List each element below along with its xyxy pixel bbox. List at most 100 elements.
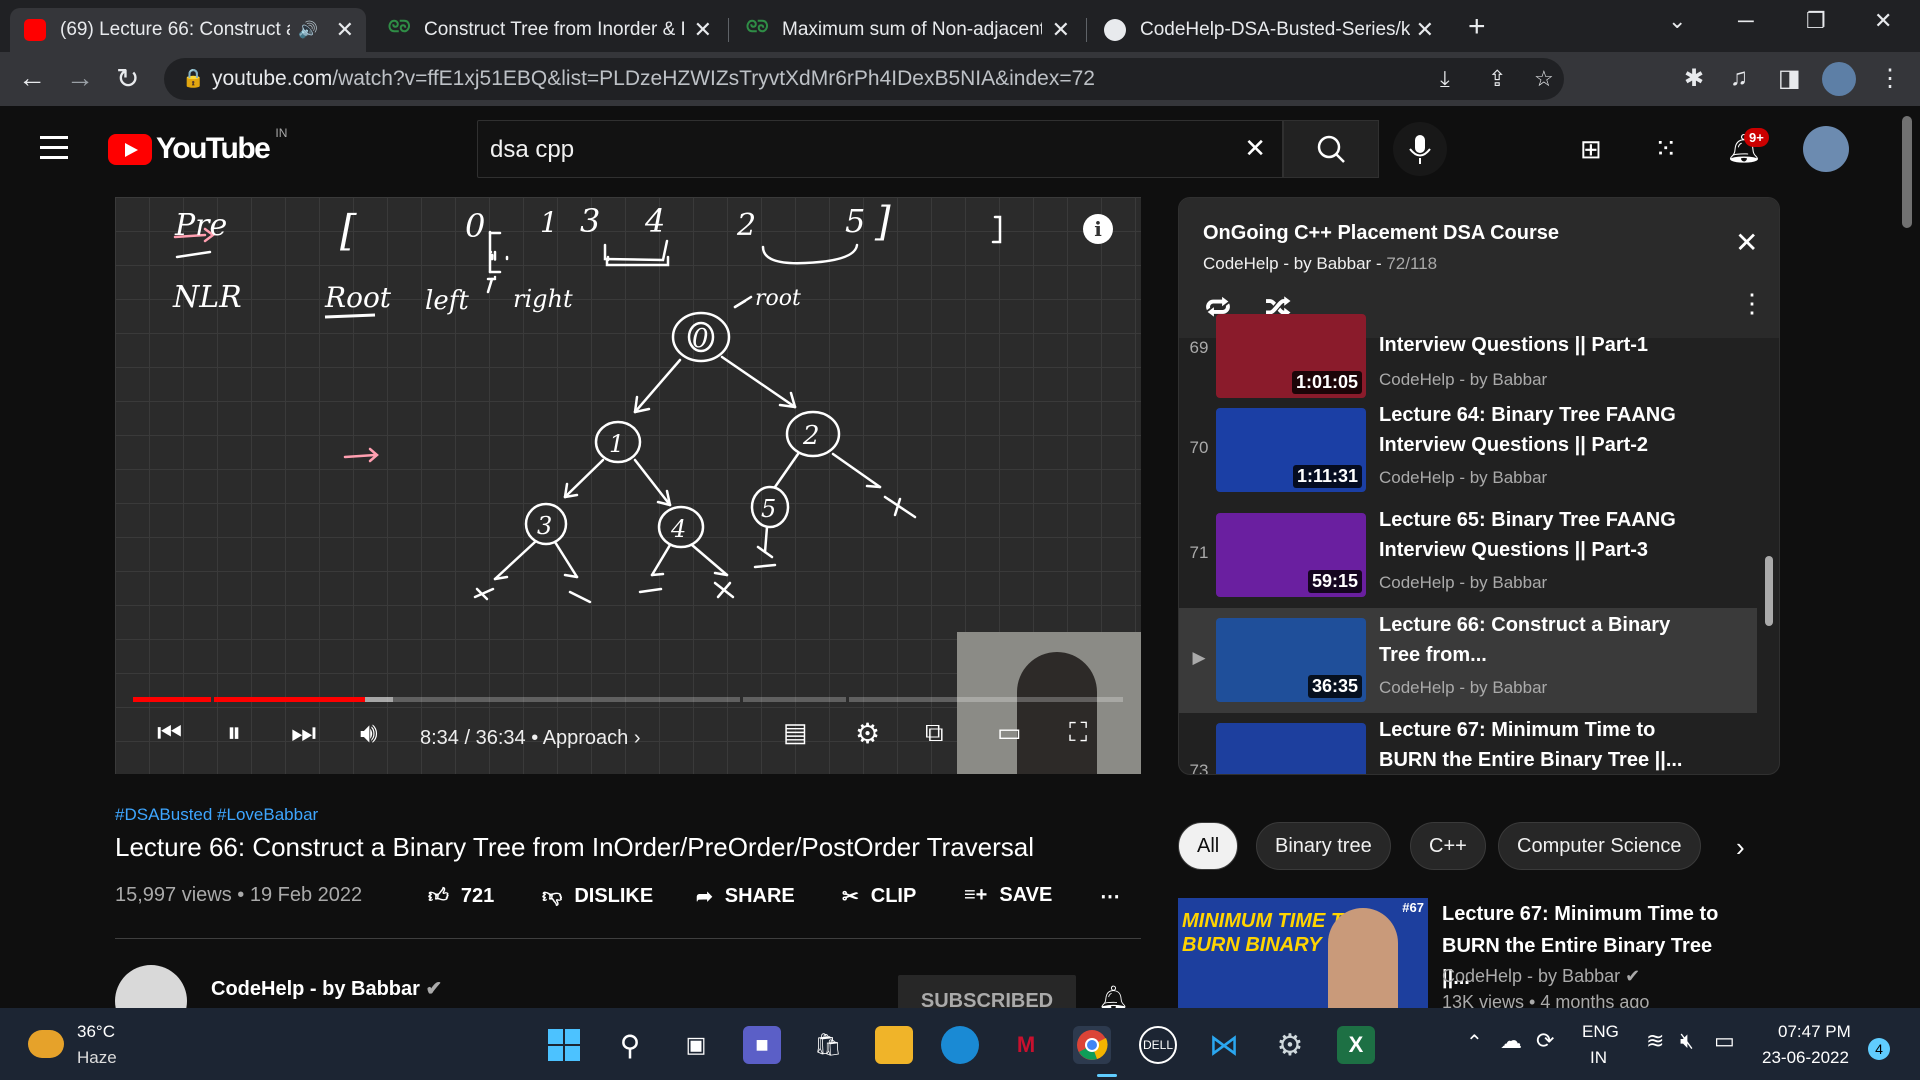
teams-chat-icon[interactable]: ■ (743, 1026, 781, 1064)
recommendation-channel[interactable]: CodeHelp - by Babbar ✔ (1442, 966, 1640, 987)
install-app-icon[interactable]: ⤓ (1440, 66, 1450, 92)
tab-search-icon[interactable]: ⌄ (1668, 8, 1686, 34)
volume-icon[interactable]: 🔊︎ (360, 717, 378, 750)
settings-icon[interactable]: ⚙ (1271, 1026, 1309, 1064)
previous-icon[interactable]: ⏮ (157, 717, 182, 750)
create-video-icon[interactable]: ⊞ (1580, 134, 1602, 165)
playlist-item[interactable]: 71 59:15 Lecture 65: Binary Tree FAANG In… (1179, 503, 1757, 608)
theater-mode-icon[interactable]: ▭ (997, 717, 1022, 748)
share-button[interactable]: ➦ SHARE (696, 884, 795, 909)
weather-temperature[interactable]: 36°C (77, 1022, 115, 1042)
clock-date[interactable]: 23-06-2022 (1762, 1048, 1849, 1068)
vscode-icon[interactable]: ⋈ (1205, 1026, 1243, 1064)
page-scrollbar[interactable] (1902, 116, 1912, 228)
close-icon[interactable]: ✕ (336, 17, 354, 43)
chapter-title[interactable]: Approach (543, 727, 629, 749)
weather-icon[interactable] (28, 1030, 64, 1058)
share-icon[interactable]: ⇪ (1488, 66, 1506, 92)
voice-search-button[interactable] (1393, 122, 1447, 176)
search-button[interactable] (1283, 120, 1379, 178)
chevron-right-icon[interactable]: › (1736, 832, 1745, 863)
chip-all[interactable]: All (1178, 822, 1239, 870)
clock-time[interactable]: 07:47 PM (1778, 1022, 1851, 1042)
mcafee-icon[interactable]: M (1007, 1026, 1045, 1064)
miniplayer-icon[interactable]: ⧉ (925, 717, 944, 749)
tab-youtube[interactable]: (69) Lecture 66: Construct a B 🔊 ✕ (10, 8, 366, 52)
window-close-icon[interactable]: ✕ (1874, 8, 1892, 34)
chrome-icon[interactable] (1073, 1026, 1111, 1064)
search-icon[interactable]: ⚲ (611, 1026, 649, 1064)
channel-name[interactable]: CodeHelp - by Babbar ✔ (211, 976, 442, 1001)
menu-dots-icon[interactable]: ⋮ (1878, 64, 1902, 93)
next-icon[interactable]: ⏭ (291, 717, 316, 750)
extensions-icon[interactable]: ✱ (1684, 64, 1704, 93)
playlist-title[interactable]: OnGoing C++ Placement DSA Course (1203, 222, 1559, 245)
like-button[interactable]: 👍︎ 721 (428, 884, 494, 908)
excel-icon[interactable]: X (1337, 1026, 1375, 1064)
account-avatar[interactable] (1803, 126, 1849, 172)
subtitles-icon[interactable]: ▤ (783, 717, 808, 748)
hashtags[interactable]: #DSABusted #LoveBabbar (115, 805, 318, 825)
playlist-scrollbar[interactable] (1765, 556, 1773, 626)
file-explorer-icon[interactable] (875, 1026, 913, 1064)
close-icon[interactable]: ✕ (1052, 17, 1070, 43)
battery-icon[interactable]: ▭ (1714, 1028, 1735, 1054)
tab-github[interactable]: CodeHelp-DSA-Busted-Series/k ✕ (1090, 8, 1446, 52)
media-control-icon[interactable]: ♫ (1730, 64, 1748, 92)
search-input[interactable]: dsa cpp ✕ (477, 120, 1283, 178)
forward-icon[interactable]: → (66, 62, 94, 94)
clip-button[interactable]: ✂ CLIP (842, 884, 916, 909)
settings-icon[interactable]: ⚙ (855, 717, 880, 750)
more-actions-icon[interactable]: ⋯ (1100, 884, 1120, 909)
weather-description[interactable]: Haze (77, 1048, 117, 1068)
task-view-icon[interactable]: ▣ (677, 1026, 715, 1064)
profile-avatar[interactable] (1822, 62, 1856, 96)
pause-icon[interactable]: ⏸ (227, 717, 241, 750)
playlist-channel[interactable]: CodeHelp - by Babbar (1203, 254, 1371, 273)
speaker-icon[interactable]: 🔊 (298, 20, 318, 40)
recommendation-thumbnail[interactable]: MINIMUM TIME TO BURN BINARY TREE #67 (1178, 898, 1428, 1008)
notification-count-badge[interactable]: 4 (1868, 1038, 1890, 1060)
minimize-icon[interactable]: ─ (1738, 8, 1754, 34)
onedrive-icon[interactable]: ☁ (1500, 1028, 1522, 1054)
tab-gfg-inorder[interactable]: ᘓᘐ Construct Tree from Inorder & Pr ✕ (374, 8, 724, 52)
playlist-item-current[interactable]: ▶ 36:35 Lecture 66: Construct a Binary Tr… (1179, 608, 1757, 713)
hamburger-menu-icon[interactable] (40, 136, 68, 159)
lock-icon[interactable]: 🔒 (182, 68, 204, 89)
info-icon[interactable]: i (1083, 214, 1113, 244)
close-icon[interactable]: ✕ (1416, 17, 1434, 43)
back-icon[interactable]: ← (18, 62, 46, 94)
language-indicator[interactable]: ENG (1582, 1022, 1619, 1042)
chip-binary-tree[interactable]: Binary tree (1256, 822, 1391, 870)
tab-gfg-max-sum[interactable]: ᘓᘐ Maximum sum of Non-adjacent n ✕ (732, 8, 1082, 52)
progress-bar[interactable] (133, 697, 1123, 702)
fullscreen-icon[interactable]: ⛶ (1069, 717, 1087, 749)
start-icon[interactable] (545, 1026, 583, 1064)
new-tab-icon[interactable]: + (1468, 10, 1486, 44)
chip-computer-science[interactable]: Computer Science (1498, 822, 1701, 870)
edge-icon[interactable] (941, 1026, 979, 1064)
save-button[interactable]: ≡+ SAVE (964, 884, 1052, 907)
chip-cpp[interactable]: C++ (1410, 822, 1486, 870)
playlist-item[interactable]: 73 Lecture 67: Minimum Time to BURN the E… (1179, 713, 1757, 774)
close-icon[interactable]: ✕ (1735, 226, 1758, 259)
restore-icon[interactable]: ❐ (1806, 8, 1826, 34)
volume-muted-icon[interactable]: 🔇︎ (1680, 1028, 1694, 1054)
side-panel-icon[interactable]: ◨ (1778, 64, 1801, 93)
address-bar[interactable]: 🔒 youtube.com/watch?v=ffE1xj51EBQ&list=P… (164, 58, 1564, 100)
apps-grid-icon[interactable]: ⁙ (1654, 132, 1677, 165)
wifi-icon[interactable]: ≋ (1646, 1028, 1664, 1054)
dell-icon[interactable]: DELL (1139, 1026, 1177, 1064)
sync-icon[interactable]: ⟳ (1536, 1028, 1554, 1054)
video-player[interactable]: Pre [ 0 1 3 4 2 5 ] NLR Root left right … (115, 197, 1141, 774)
keyboard-layout[interactable]: IN (1590, 1048, 1607, 1068)
star-icon[interactable]: ☆ (1534, 66, 1554, 92)
clear-search-icon[interactable]: ✕ (1244, 133, 1266, 164)
reload-icon[interactable]: ↻ (116, 62, 139, 95)
dislike-button[interactable]: 👎︎ DISLIKE (542, 884, 653, 908)
playlist-item[interactable]: 69 1:01:05 Interview Questions || Part-1… (1179, 314, 1757, 398)
playlist-item[interactable]: 70 1:11:31 Lecture 64: Binary Tree FAANG… (1179, 398, 1757, 503)
url-text[interactable]: youtube.com/watch?v=ffE1xj51EBQ&list=PLD… (212, 67, 1095, 91)
more-options-icon[interactable]: ⋮ (1739, 288, 1765, 319)
microsoft-store-icon[interactable]: 🛍︎ (809, 1026, 847, 1064)
